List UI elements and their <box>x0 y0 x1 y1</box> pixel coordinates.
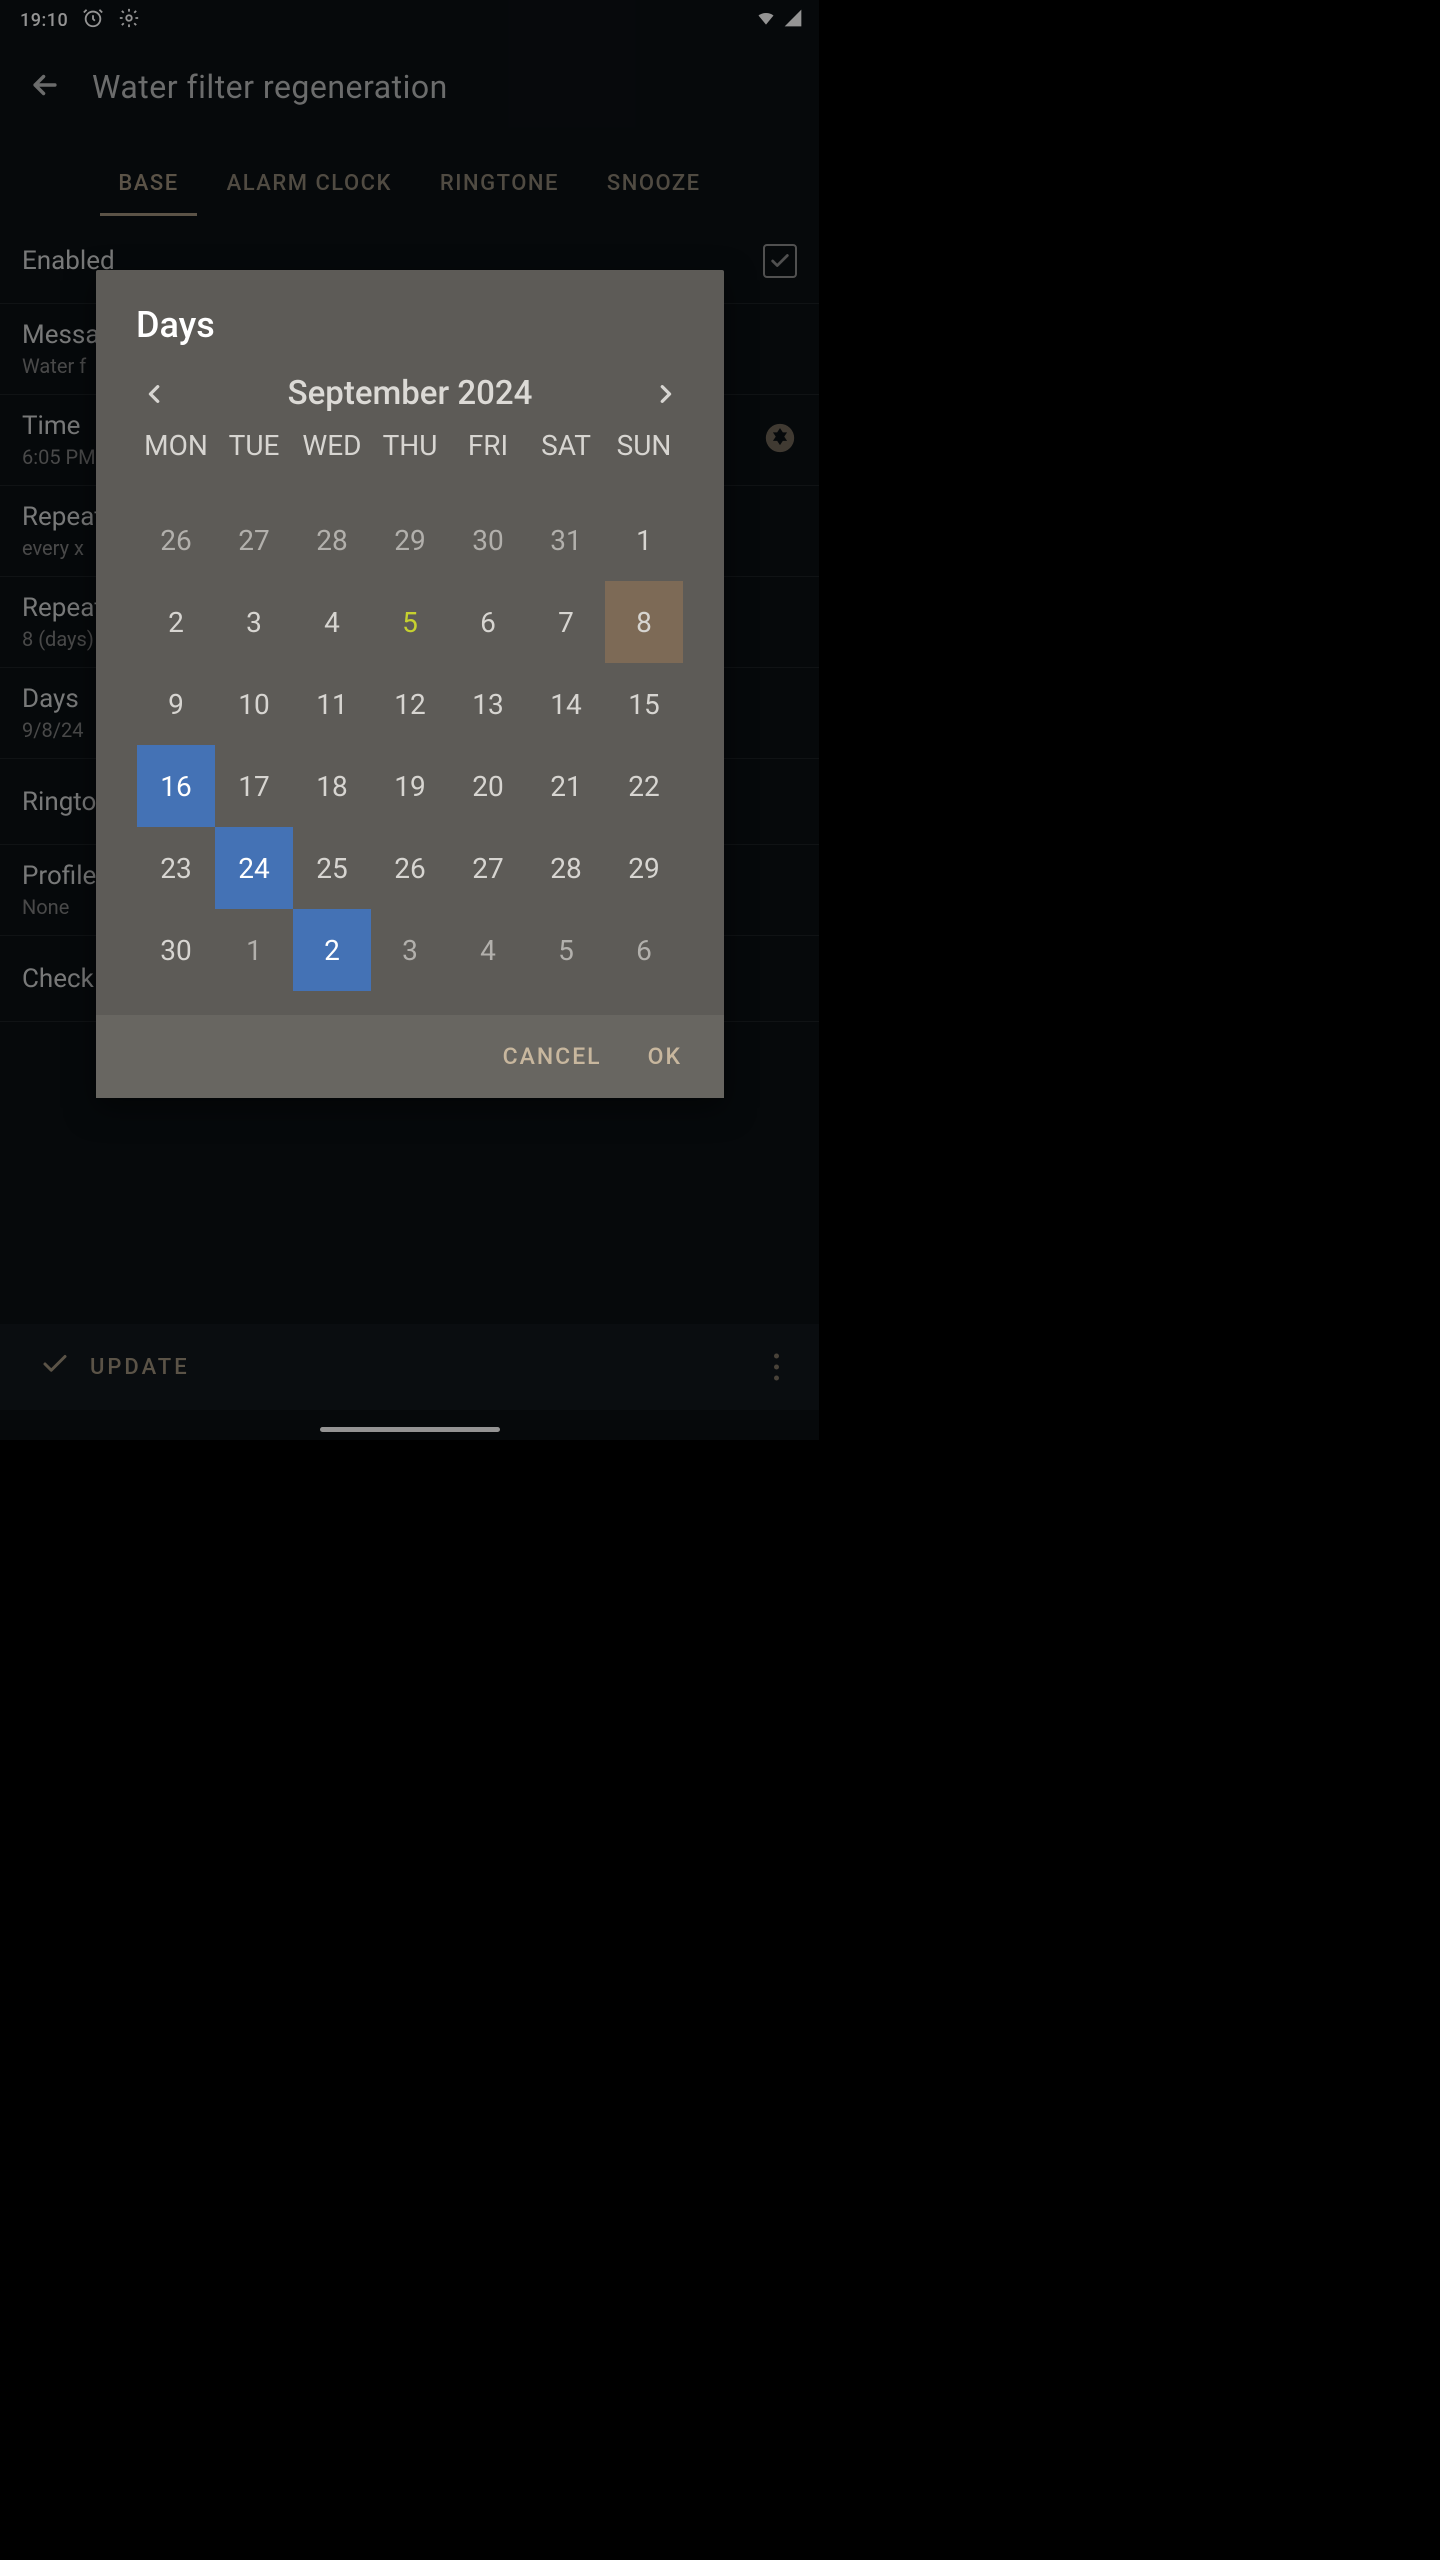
day-cell[interactable]: 12 <box>371 663 449 745</box>
day-cell[interactable]: 27 <box>449 827 527 909</box>
day-cell[interactable]: 29 <box>371 499 449 581</box>
day-cell[interactable]: 28 <box>293 499 371 581</box>
dialog-title: Days <box>96 270 724 370</box>
day-cell[interactable]: 16 <box>137 745 215 827</box>
day-cell[interactable]: 5 <box>527 909 605 991</box>
day-cell[interactable]: 3 <box>371 909 449 991</box>
dow-header: MON <box>137 417 215 465</box>
dow-header: TUE <box>215 417 293 465</box>
day-cell[interactable]: 31 <box>527 499 605 581</box>
day-cell[interactable]: 26 <box>371 827 449 909</box>
day-cell[interactable]: 6 <box>605 909 683 991</box>
day-cell[interactable]: 20 <box>449 745 527 827</box>
next-month-button[interactable] <box>646 375 684 413</box>
day-cell[interactable]: 4 <box>293 581 371 663</box>
dow-header: WED <box>293 417 371 465</box>
dow-header: SAT <box>527 417 605 465</box>
day-cell[interactable]: 13 <box>449 663 527 745</box>
cancel-button[interactable]: CANCEL <box>503 1043 602 1070</box>
day-cell[interactable]: 2 <box>293 909 371 991</box>
day-cell[interactable]: 15 <box>605 663 683 745</box>
day-cell[interactable]: 9 <box>137 663 215 745</box>
dow-header: FRI <box>449 417 527 465</box>
day-cell[interactable]: 17 <box>215 745 293 827</box>
ok-button[interactable]: OK <box>648 1043 682 1070</box>
day-cell[interactable]: 2 <box>137 581 215 663</box>
day-cell[interactable]: 5 <box>371 581 449 663</box>
day-cell[interactable]: 10 <box>215 663 293 745</box>
dow-header: THU <box>371 417 449 465</box>
day-cell[interactable]: 11 <box>293 663 371 745</box>
day-cell[interactable]: 1 <box>215 909 293 991</box>
calendar-grid: MONTUEWEDTHUFRISATSUN2627282930311234567… <box>96 417 724 1015</box>
day-cell[interactable]: 23 <box>137 827 215 909</box>
day-cell[interactable]: 7 <box>527 581 605 663</box>
day-cell[interactable]: 21 <box>527 745 605 827</box>
day-cell[interactable]: 3 <box>215 581 293 663</box>
day-cell[interactable]: 27 <box>215 499 293 581</box>
day-cell[interactable]: 6 <box>449 581 527 663</box>
day-cell[interactable]: 29 <box>605 827 683 909</box>
day-cell[interactable]: 14 <box>527 663 605 745</box>
day-cell[interactable]: 30 <box>137 909 215 991</box>
day-cell[interactable]: 25 <box>293 827 371 909</box>
prev-month-button[interactable] <box>136 375 174 413</box>
dow-header: SUN <box>605 417 683 465</box>
day-cell[interactable]: 22 <box>605 745 683 827</box>
day-cell[interactable]: 19 <box>371 745 449 827</box>
month-label: September 2024 <box>288 374 533 413</box>
day-cell[interactable]: 30 <box>449 499 527 581</box>
day-cell[interactable]: 28 <box>527 827 605 909</box>
day-cell[interactable]: 26 <box>137 499 215 581</box>
day-cell[interactable]: 24 <box>215 827 293 909</box>
day-cell[interactable]: 1 <box>605 499 683 581</box>
day-cell[interactable]: 18 <box>293 745 371 827</box>
days-dialog: Days September 2024 MONTUEWEDTHUFRISATSU… <box>96 270 724 1098</box>
day-cell[interactable]: 8 <box>605 581 683 663</box>
day-cell[interactable]: 4 <box>449 909 527 991</box>
